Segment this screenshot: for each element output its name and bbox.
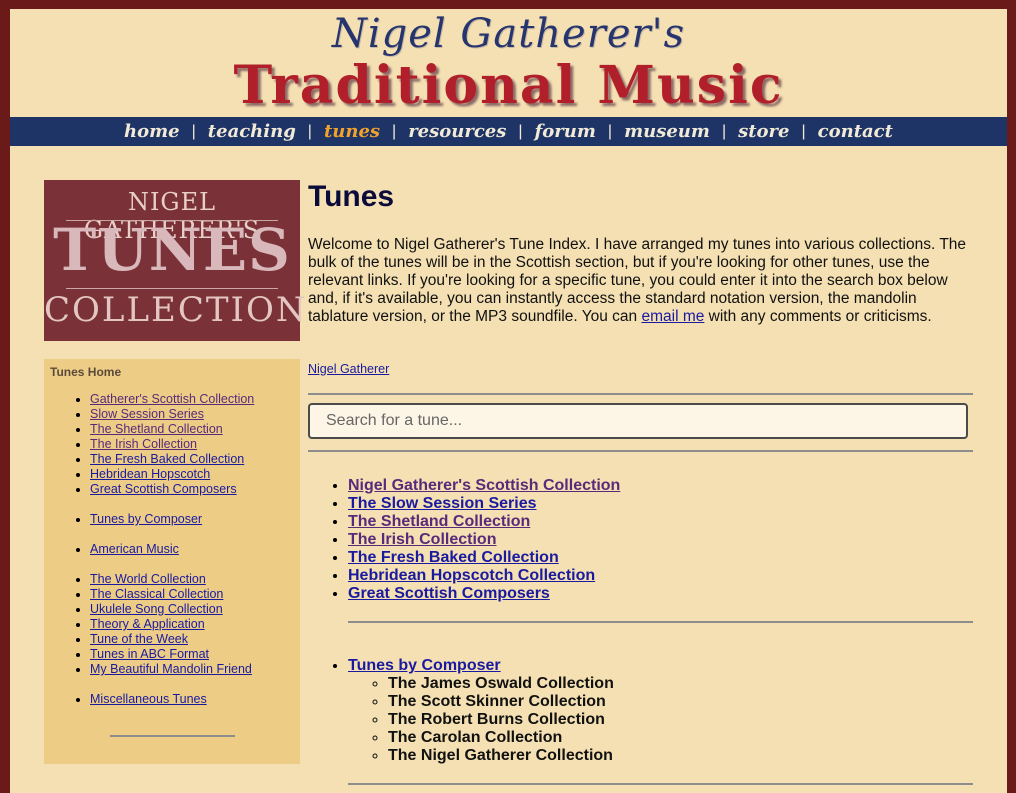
- logo-divider: [66, 288, 278, 289]
- nav-separator: |: [721, 122, 727, 140]
- nav-separator: |: [801, 122, 806, 140]
- list-item: The Classical Collection: [90, 587, 252, 602]
- list-item: My Beautiful Mandolin Friend: [90, 662, 252, 677]
- composer-list: Tunes by Composer The James Oswald Colle…: [308, 657, 614, 765]
- list-item: The World Collection: [90, 572, 252, 587]
- intro-paragraph: Welcome to Nigel Gatherer's Tune Index. …: [308, 236, 967, 325]
- sidebar-item-abc-format[interactable]: Tunes in ABC Format: [90, 647, 209, 661]
- sidebar-group-misc: Miscellaneous Tunes: [90, 692, 207, 707]
- collection-composers[interactable]: Great Scottish Composers: [348, 585, 550, 602]
- collection-fresh-baked[interactable]: The Fresh Baked Collection: [348, 549, 559, 566]
- list-item: The Slow Session Series: [348, 495, 620, 513]
- list-item: Hebridean Hopscotch Collection: [348, 567, 620, 585]
- brand-title: Traditional Music: [233, 55, 784, 116]
- sidebar-item-scottish-collection[interactable]: Gatherer's Scottish Collection: [90, 392, 254, 406]
- list-item: Slow Session Series: [90, 407, 254, 422]
- sub-list-item: The James Oswald Collection: [388, 675, 614, 693]
- nav-separator: |: [607, 122, 613, 140]
- nav-store[interactable]: store: [730, 121, 797, 142]
- sidebar-item-misc[interactable]: Miscellaneous Tunes: [90, 692, 207, 706]
- list-item: Great Scottish Composers: [348, 585, 620, 603]
- author-link[interactable]: Nigel Gatherer: [308, 362, 389, 376]
- nav-contact[interactable]: contact: [810, 121, 901, 142]
- sidebar-item-composers[interactable]: Great Scottish Composers: [90, 482, 237, 496]
- sidebar-item-tunes-by-composer[interactable]: Tunes by Composer: [90, 512, 202, 526]
- sidebar-group-other: The World Collection The Classical Colle…: [90, 572, 252, 677]
- logo-line-2: TUNES: [53, 216, 291, 284]
- nav-museum[interactable]: museum: [616, 121, 718, 142]
- page-title: Tunes: [308, 180, 395, 213]
- nav-resources[interactable]: resources: [400, 121, 514, 142]
- sidebar-item-slow-session[interactable]: Slow Session Series: [90, 407, 204, 421]
- collection-scottish[interactable]: Nigel Gatherer's Scottish Collection: [348, 477, 620, 494]
- sidebar-nav: Tunes Home Gatherer's Scottish Collectio…: [44, 359, 300, 764]
- nav-separator: |: [307, 122, 312, 140]
- nav-separator: |: [392, 122, 397, 140]
- page: Nigel Gatherer's Traditional Music home …: [10, 9, 1007, 793]
- sidebar-item-theory[interactable]: Theory & Application: [90, 617, 205, 631]
- divider: [348, 621, 973, 623]
- nav-separator: |: [191, 122, 196, 140]
- nav-tunes[interactable]: tunes: [316, 121, 388, 142]
- collections-list: Nigel Gatherer's Scottish Collection The…: [308, 477, 620, 603]
- sidebar-divider: [110, 735, 235, 737]
- sidebar-group-american: American Music: [90, 542, 179, 557]
- collection-shetland[interactable]: The Shetland Collection: [348, 513, 530, 530]
- sidebar-item-ukulele[interactable]: Ukulele Song Collection: [90, 602, 223, 616]
- collection-slow-session[interactable]: The Slow Session Series: [348, 495, 537, 512]
- nav-forum[interactable]: forum: [527, 121, 604, 142]
- nav-home[interactable]: home: [116, 121, 188, 142]
- nav-teaching[interactable]: teaching: [200, 121, 304, 142]
- divider: [348, 783, 973, 785]
- list-item: Miscellaneous Tunes: [90, 692, 207, 707]
- list-item: Hebridean Hopscotch: [90, 467, 254, 482]
- list-item: The Shetland Collection: [348, 513, 620, 531]
- sub-list-item: The Robert Burns Collection: [388, 711, 614, 729]
- sidebar-group-composer: Tunes by Composer: [90, 512, 202, 527]
- list-item: Theory & Application: [90, 617, 252, 632]
- list-item: The Irish Collection: [348, 531, 620, 549]
- list-item: Tune of the Week: [90, 632, 252, 647]
- list-item: Gatherer's Scottish Collection: [90, 392, 254, 407]
- list-item: Tunes by Composer The James Oswald Colle…: [348, 657, 614, 765]
- list-item: Tunes in ABC Format: [90, 647, 252, 662]
- list-item: Tunes by Composer: [90, 512, 202, 527]
- list-item: The Fresh Baked Collection: [90, 452, 254, 467]
- divider: [308, 450, 973, 452]
- sub-list-item: The Carolan Collection: [388, 729, 614, 747]
- tunes-collection-logo: NIGEL GATHERER'S TUNES COLLECTION: [44, 180, 308, 341]
- email-link[interactable]: email me: [641, 308, 704, 325]
- sub-list-item: The Scott Skinner Collection: [388, 693, 614, 711]
- list-item: The Shetland Collection: [90, 422, 254, 437]
- list-item: Nigel Gatherer's Scottish Collection: [348, 477, 620, 495]
- sub-list-item: The Nigel Gatherer Collection: [388, 747, 614, 765]
- sidebar-item-shetland[interactable]: The Shetland Collection: [90, 422, 223, 436]
- sidebar-item-hebridean[interactable]: Hebridean Hopscotch: [90, 467, 210, 481]
- list-item: The Irish Collection: [90, 437, 254, 452]
- site-banner[interactable]: Nigel Gatherer's Traditional Music: [10, 9, 1007, 117]
- list-item: Ukulele Song Collection: [90, 602, 252, 617]
- sidebar-item-tune-of-week[interactable]: Tune of the Week: [90, 632, 188, 646]
- sidebar-item-mandolin-friend[interactable]: My Beautiful Mandolin Friend: [90, 662, 252, 676]
- main-nav: home | teaching | tunes | resources | fo…: [10, 117, 1007, 146]
- sidebar-item-classical[interactable]: The Classical Collection: [90, 587, 223, 601]
- list-item: Great Scottish Composers: [90, 482, 254, 497]
- sidebar-item-world[interactable]: The World Collection: [90, 572, 206, 586]
- sidebar-item-american[interactable]: American Music: [90, 542, 179, 556]
- sidebar-item-irish[interactable]: The Irish Collection: [90, 437, 197, 451]
- list-item: American Music: [90, 542, 179, 557]
- list-item: The Fresh Baked Collection: [348, 549, 620, 567]
- tunes-by-composer-link[interactable]: Tunes by Composer: [348, 657, 501, 674]
- brand-subtitle: Nigel Gatherer's: [331, 11, 686, 57]
- sidebar-group-scottish: Gatherer's Scottish Collection Slow Sess…: [90, 392, 254, 497]
- sidebar-item-fresh-baked[interactable]: The Fresh Baked Collection: [90, 452, 244, 466]
- collection-hebridean[interactable]: Hebridean Hopscotch Collection: [348, 567, 595, 584]
- divider: [308, 393, 973, 395]
- composer-sublist: The James Oswald Collection The Scott Sk…: [348, 675, 614, 765]
- nav-separator: |: [518, 122, 523, 140]
- sidebar-title: Tunes Home: [50, 365, 122, 379]
- search-input[interactable]: [308, 403, 968, 439]
- logo-line-3: COLLECTION: [44, 290, 308, 330]
- collection-irish[interactable]: The Irish Collection: [348, 531, 496, 548]
